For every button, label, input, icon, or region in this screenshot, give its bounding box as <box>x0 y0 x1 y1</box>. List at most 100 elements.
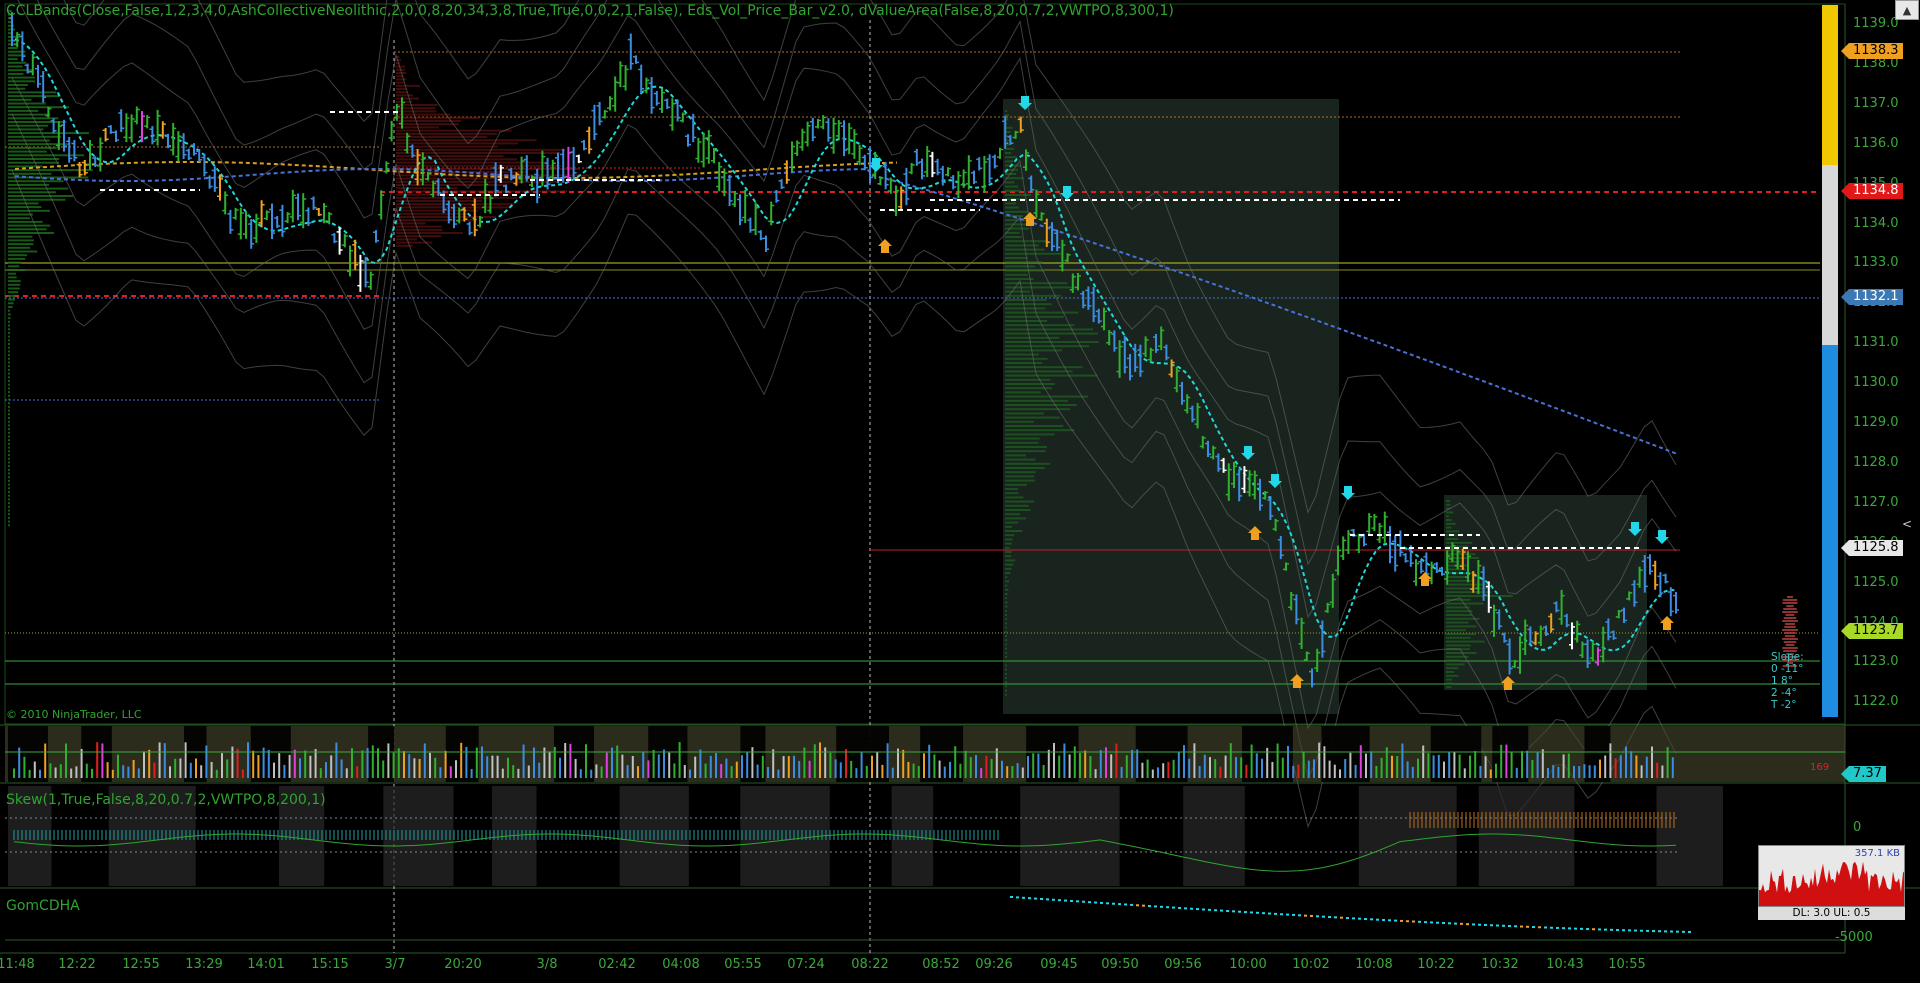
cumulative-delta-dot <box>1058 899 1061 902</box>
collapse-panel-button[interactable]: < <box>1900 517 1914 531</box>
cumulative-delta-dot <box>1544 926 1547 929</box>
time-axis-label: 10:32 <box>1481 957 1519 972</box>
volume-profile-bar <box>1446 519 1452 521</box>
volume-profile-bar <box>1005 513 1021 516</box>
cumulative-delta-dot <box>1532 926 1535 929</box>
volume-profile-bar <box>8 354 10 357</box>
time-axis-label: 3/8 <box>536 957 558 972</box>
volume-profile-bar <box>8 324 10 327</box>
volume-profile-bar <box>8 431 10 434</box>
volume-profile-bar <box>396 132 498 135</box>
volume-profile-bar <box>8 439 10 442</box>
cumulative-delta-dot <box>1238 910 1241 913</box>
volume-profile-bar <box>1005 240 1049 243</box>
volume-profile-bar <box>1005 542 1012 545</box>
volume-profile-bar <box>1005 651 1007 654</box>
volume-profile-bar <box>8 246 31 249</box>
volume-profile-bar <box>1785 614 1795 616</box>
volume-profile-bar <box>1005 378 1051 381</box>
cumulative-delta-dot <box>1448 922 1451 925</box>
volume-profile-bar <box>1005 626 1007 629</box>
volume-profile-bar <box>8 206 42 209</box>
volume-profile-bar <box>396 123 459 126</box>
volume-profile-bar <box>1005 614 1007 616</box>
volume-profile-bar <box>8 350 10 353</box>
price-tag: 1123.7 <box>1841 623 1903 639</box>
volume-profile-bar <box>1005 555 1012 558</box>
volume-profile-bar <box>8 243 34 246</box>
volume-profile-bar <box>1005 563 1014 566</box>
cumulative-delta-dot <box>1526 925 1529 928</box>
cumulative-delta-dot <box>1046 898 1049 901</box>
volume-profile-bar <box>8 516 10 519</box>
cumulative-delta-dot <box>1082 900 1085 903</box>
volume-profile-bar <box>396 88 407 90</box>
time-axis-label: 09:26 <box>975 957 1013 972</box>
volume-profile-bar <box>1005 341 1099 343</box>
volume-profile-bar <box>396 97 419 100</box>
envelope-band <box>63 0 1677 514</box>
cumulative-delta-dot <box>1358 917 1361 920</box>
volume-profile-bar <box>1005 315 1064 318</box>
price-chart-canvas[interactable] <box>0 0 1920 983</box>
volume-profile-bar <box>1005 588 1009 591</box>
time-axis-label: 10:08 <box>1355 957 1393 972</box>
cumulative-delta-dot <box>1304 914 1307 917</box>
volume-profile-bar <box>1005 672 1007 675</box>
volume-profile-bar <box>8 524 10 527</box>
cumulative-delta-dot <box>1154 905 1157 908</box>
volume-profile-bar <box>1446 614 1472 616</box>
price-axis-label: 1128.0 <box>1853 454 1899 470</box>
volume-profile-bar <box>1005 479 1036 482</box>
volume-profile-bar <box>1005 391 1041 394</box>
cumulative-delta-dot <box>1040 897 1043 900</box>
cumulative-delta-dot <box>1676 930 1679 933</box>
volume-profile-bar <box>1446 553 1476 556</box>
volume-profile-bar <box>1005 622 1007 625</box>
volume-profile-bar <box>8 339 10 342</box>
volume-profile-bar <box>8 98 32 101</box>
volume-profile-bar <box>1005 534 1015 537</box>
volume-profile-bar <box>8 328 11 331</box>
volume-profile-bar <box>8 283 21 286</box>
time-axis-label: 10:00 <box>1229 957 1267 972</box>
volume-profile-bar <box>8 365 10 368</box>
cumulative-delta-dot <box>1226 909 1229 912</box>
time-axis-label: 09:45 <box>1040 957 1078 972</box>
volume-profile-bar <box>1005 349 1062 352</box>
gomcdha-panel-title: GomCDHA <box>6 898 80 914</box>
cumulative-delta-dot <box>1166 906 1169 909</box>
volume-profile-bar <box>1005 467 1045 469</box>
volume-profile-bar <box>1005 664 1007 667</box>
volume-profile-bar <box>8 220 43 223</box>
volume-gap <box>1584 726 1611 782</box>
volume-profile-bar <box>1005 567 1012 570</box>
price-axis-label: 1134.0 <box>1853 215 1899 231</box>
volume-profile-bar <box>8 113 51 116</box>
volume-profile-bar <box>1446 671 1455 673</box>
volume-profile-bar <box>1005 370 1073 373</box>
volume-profile-bar <box>396 222 426 225</box>
volume-profile-bar <box>1005 252 1062 255</box>
cumulative-delta-dot <box>1454 922 1457 925</box>
volume-profile-bar <box>8 95 61 98</box>
cumulative-delta-dot <box>1244 911 1247 914</box>
price-tag: 1132.1 <box>1841 289 1903 305</box>
volume-profile-bar <box>1446 652 1477 654</box>
slope-row-2: 2 -4° <box>1771 687 1797 699</box>
volume-profile-bar <box>1782 599 1798 601</box>
volume-profile-bar <box>8 372 10 375</box>
time-axis-label: 08:52 <box>922 957 960 972</box>
scroll-up-button[interactable]: ▲ <box>1895 0 1919 20</box>
volume-profile-bar <box>1005 454 1027 457</box>
volume-profile-bar <box>8 380 10 382</box>
cumulative-delta-dot <box>1502 924 1505 927</box>
volume-profile-bar <box>8 65 23 68</box>
volume-profile-bar <box>396 59 402 62</box>
volume-profile-bar <box>8 313 11 316</box>
cumulative-delta-dot <box>1568 927 1571 930</box>
cumulative-delta-dot <box>1310 914 1313 917</box>
volume-profile-bar <box>1005 429 1075 432</box>
volume-profile-bar <box>1782 647 1798 649</box>
cumulative-delta-dot <box>1574 927 1577 930</box>
